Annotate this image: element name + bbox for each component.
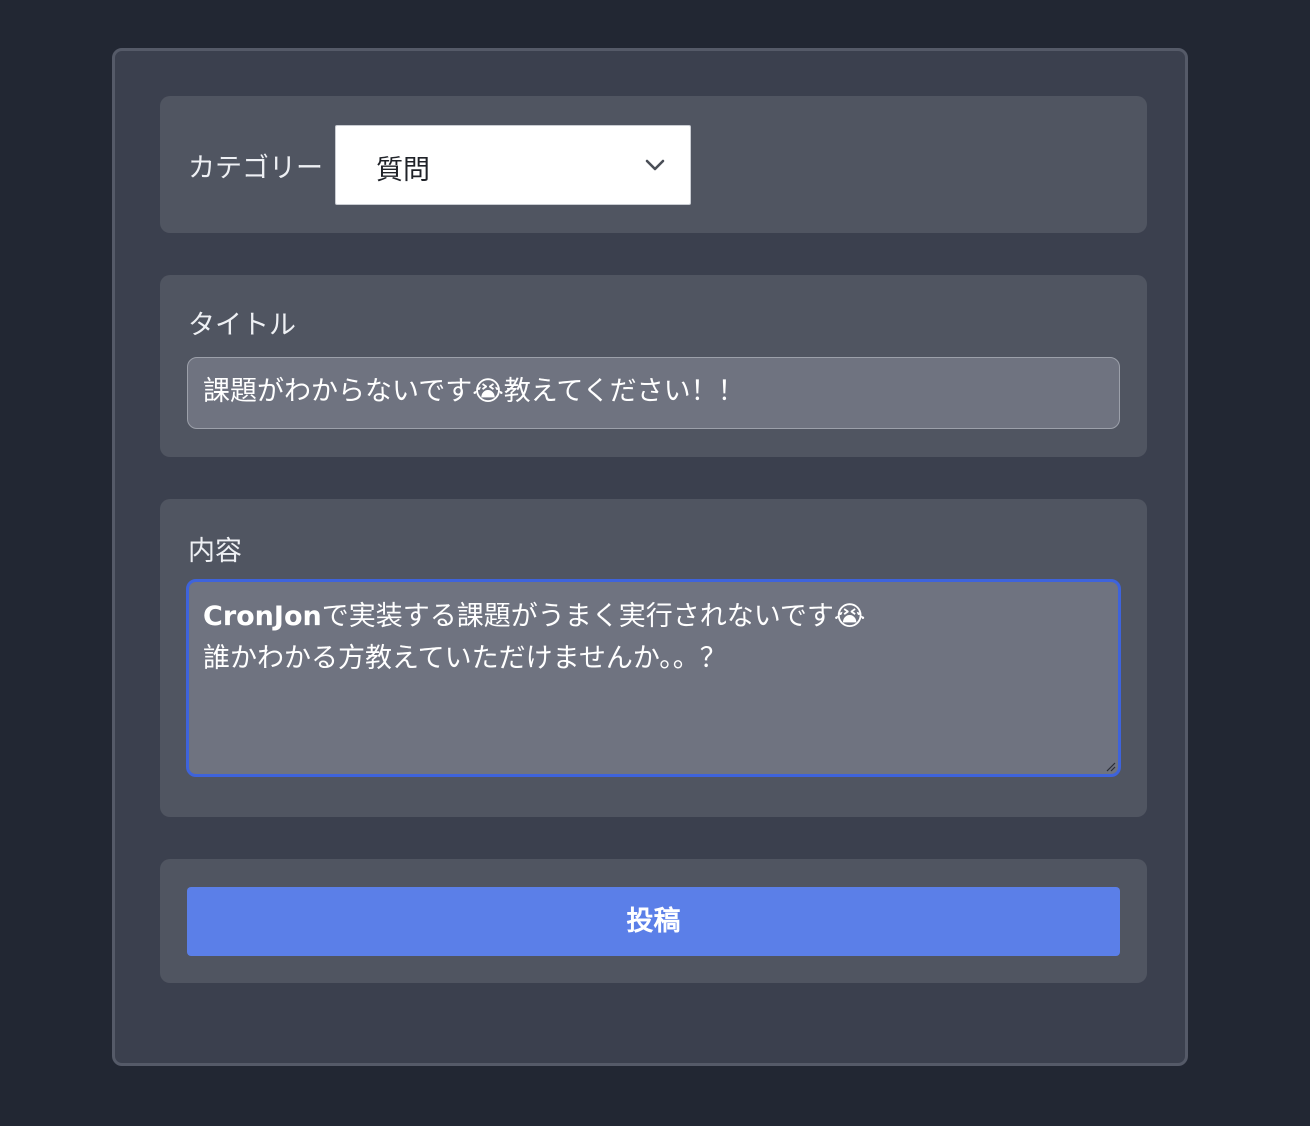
category-label: カテゴリー	[188, 153, 323, 184]
title-label: タイトル	[188, 310, 296, 341]
title-input[interactable]: 課題がわからないです😭教えてください！！	[187, 357, 1120, 429]
content-label: 内容	[188, 536, 242, 567]
resize-handle-icon[interactable]	[1104, 760, 1116, 772]
post-form-card: カテゴリー 質問 タイトル 課題がわからないです😭教えてください！！ 内容 Cr…	[112, 48, 1188, 1066]
category-section: カテゴリー 質問	[160, 96, 1147, 233]
chevron-down-icon	[645, 159, 665, 171]
category-selected-value: 質問	[376, 155, 430, 186]
content-line-1: CronJonで実装する課題がうまく実行されないです😭	[203, 596, 1118, 638]
content-line-2: 誰かわかる方教えていただけませんか。。？	[203, 643, 727, 674]
submit-button[interactable]: 投稿	[187, 887, 1120, 956]
content-section: 内容 CronJonで実装する課題がうまく実行されないです😭 誰かわかる方教えて…	[160, 499, 1147, 817]
category-select[interactable]: 質問	[335, 125, 691, 205]
submit-section: 投稿	[160, 859, 1147, 983]
content-bold-text: CronJon	[203, 601, 322, 632]
title-section: タイトル 課題がわからないです😭教えてください！！	[160, 275, 1147, 457]
content-textarea[interactable]: CronJonで実装する課題がうまく実行されないです😭 誰かわかる方教えていただ…	[186, 579, 1121, 777]
content-line-1-rest: で実装する課題がうまく実行されないです😭	[321, 601, 866, 632]
